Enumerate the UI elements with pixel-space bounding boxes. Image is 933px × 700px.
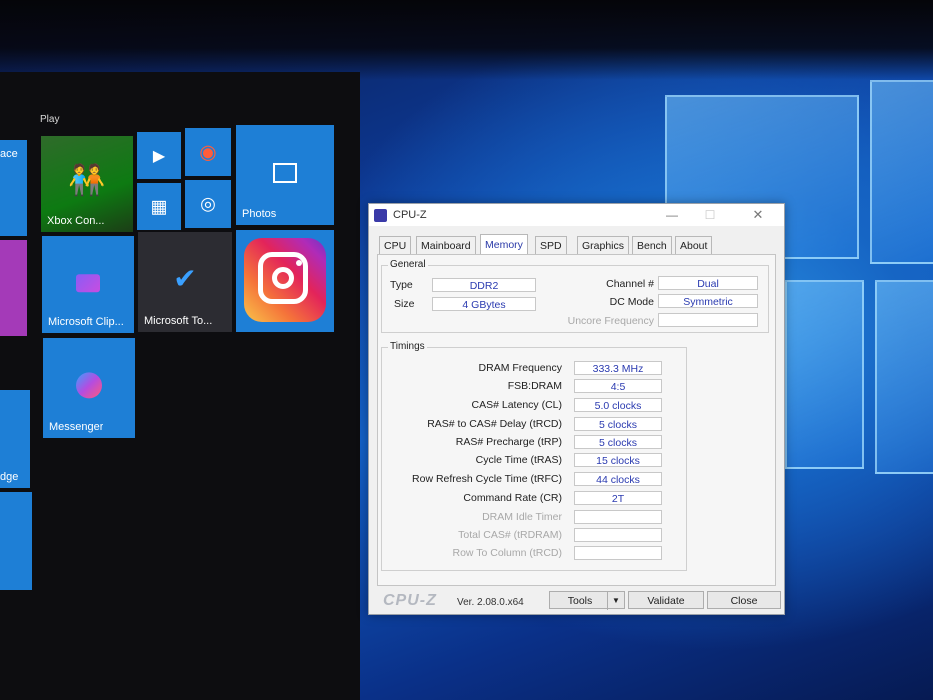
tab-memory[interactable]: Memory bbox=[480, 234, 528, 255]
general-group: General Type DDR2 Size 4 GBytes Channel … bbox=[381, 259, 769, 333]
clipchamp-icon bbox=[76, 273, 100, 292]
tile-partial-left-1[interactable]: ace bbox=[0, 140, 27, 236]
type-label: Type bbox=[390, 279, 413, 291]
tile-messenger[interactable]: Messenger bbox=[43, 338, 135, 438]
uncore-frequency-value bbox=[658, 313, 758, 327]
timing-label: FSB:DRAM bbox=[507, 380, 562, 392]
timing-label: Command Rate (CR) bbox=[463, 492, 562, 504]
dc-mode-value: Symmetric bbox=[658, 294, 758, 308]
tools-label: Tools bbox=[567, 595, 593, 607]
close-button[interactable]: Close bbox=[707, 591, 781, 609]
timing-label: Total CAS# (tRDRAM) bbox=[458, 529, 562, 541]
messenger-icon bbox=[76, 372, 102, 399]
tile-xbox-console[interactable]: 🧑‍🤝‍🧑 Xbox Con... bbox=[41, 136, 133, 232]
memory-panel: General Type DDR2 Size 4 GBytes Channel … bbox=[377, 254, 776, 586]
channel-value: Dual bbox=[658, 276, 758, 290]
music-disc-icon: ◉ bbox=[199, 141, 217, 164]
timings-legend: Timings bbox=[388, 341, 427, 352]
tab-cpu[interactable]: CPU bbox=[379, 236, 412, 255]
timing-value: 5.0 clocks bbox=[574, 398, 662, 412]
tab-bench[interactable]: Bench bbox=[632, 236, 672, 255]
tile-groove-music[interactable]: ◉ bbox=[185, 128, 231, 176]
minimize-icon[interactable]: — bbox=[661, 207, 683, 223]
tile-microsoft-clipchamp[interactable]: Microsoft Clip... bbox=[42, 236, 134, 333]
webcam-icon: ◎ bbox=[200, 193, 216, 214]
tile-camera[interactable]: ◎ bbox=[185, 180, 231, 228]
tools-button[interactable]: Tools ▼ bbox=[549, 591, 625, 610]
tile-partial-left-2[interactable] bbox=[0, 240, 27, 336]
dc-mode-label: DC Mode bbox=[609, 296, 654, 308]
validate-button[interactable]: Validate bbox=[628, 591, 704, 609]
size-value: 4 GBytes bbox=[432, 297, 536, 311]
start-menu: Play ace 🧑‍🤝‍🧑 Xbox Con... ▶ ◉ ▦ ◎ Photo… bbox=[0, 72, 360, 700]
tile-calculator[interactable]: ▦ bbox=[137, 183, 181, 230]
calculator-icon: ▦ bbox=[150, 196, 168, 216]
tile-photos[interactable]: Photos bbox=[236, 125, 334, 225]
cpuz-app-icon bbox=[374, 209, 387, 222]
timing-value bbox=[574, 546, 662, 560]
group-label-play: Play bbox=[40, 114, 60, 125]
footer-bar: CPU-Z Ver. 2.08.0.x64 Tools ▼ Validate C… bbox=[369, 586, 784, 614]
instagram-icon bbox=[244, 238, 326, 322]
timing-value: 2T bbox=[574, 491, 662, 505]
version-text: Ver. 2.08.0.x64 bbox=[457, 597, 524, 608]
film-play-icon: ▶ bbox=[152, 147, 166, 165]
timing-label: DRAM Frequency bbox=[478, 362, 562, 374]
channel-label: Channel # bbox=[606, 278, 654, 290]
timing-label: Cycle Time (tRAS) bbox=[475, 454, 562, 466]
title-bar[interactable]: CPU-Z — ☐ ✕ bbox=[369, 204, 784, 226]
checkmark-icon: ✔ bbox=[173, 263, 197, 295]
type-value: DDR2 bbox=[432, 278, 536, 292]
general-legend: General bbox=[388, 259, 428, 270]
tile-instagram[interactable] bbox=[236, 230, 334, 332]
uncore-frequency-label: Uncore Frequency bbox=[567, 315, 654, 327]
xbox-characters-icon: 🧑‍🤝‍🧑 bbox=[68, 164, 106, 197]
tile-partial-left-3[interactable] bbox=[0, 492, 32, 590]
tab-graphics[interactable]: Graphics bbox=[577, 236, 630, 255]
cpuz-window: CPU-Z — ☐ ✕ CPU Mainboard Memory SPD Gra… bbox=[368, 203, 785, 615]
timing-value bbox=[574, 510, 662, 524]
timing-label: Row To Column (tRCD) bbox=[452, 547, 563, 559]
wallpaper-logo-pane bbox=[875, 280, 933, 474]
timing-label: Row Refresh Cycle Time (tRFC) bbox=[412, 473, 562, 485]
size-label: Size bbox=[394, 298, 415, 310]
close-icon[interactable]: ✕ bbox=[747, 207, 769, 223]
wallpaper-logo-pane bbox=[870, 80, 933, 264]
timing-value: 44 clocks bbox=[574, 472, 662, 486]
tab-about[interactable]: About bbox=[675, 236, 713, 255]
tile-movies[interactable]: ▶ bbox=[137, 132, 181, 179]
tile-edge-partial[interactable]: dge bbox=[0, 390, 30, 488]
cpuz-brand-logo: CPU-Z bbox=[383, 592, 437, 609]
timing-label: RAS# to CAS# Delay (tRCD) bbox=[427, 418, 562, 430]
timing-value bbox=[574, 528, 662, 542]
tab-mainboard[interactable]: Mainboard bbox=[416, 236, 476, 255]
wallpaper-logo-pane bbox=[785, 280, 864, 469]
timings-group: Timings DRAM Frequency 333.3 MHz FSB:DRA… bbox=[381, 341, 687, 571]
timing-label: DRAM Idle Timer bbox=[482, 511, 562, 523]
photo-icon bbox=[273, 163, 297, 183]
tile-microsoft-todo[interactable]: ✔ Microsoft To... bbox=[138, 232, 232, 332]
dropdown-arrow-icon: ▼ bbox=[607, 592, 624, 610]
tab-spd[interactable]: SPD bbox=[535, 236, 567, 255]
maximize-icon[interactable]: ☐ bbox=[699, 207, 721, 223]
timing-value: 15 clocks bbox=[574, 453, 662, 467]
timing-value: 4:5 bbox=[574, 379, 662, 393]
timing-value: 5 clocks bbox=[574, 417, 662, 431]
window-title: CPU-Z bbox=[393, 209, 427, 221]
timing-value: 5 clocks bbox=[574, 435, 662, 449]
timing-value: 333.3 MHz bbox=[574, 361, 662, 375]
timing-label: RAS# Precharge (tRP) bbox=[455, 436, 562, 448]
timing-label: CAS# Latency (CL) bbox=[471, 399, 562, 411]
